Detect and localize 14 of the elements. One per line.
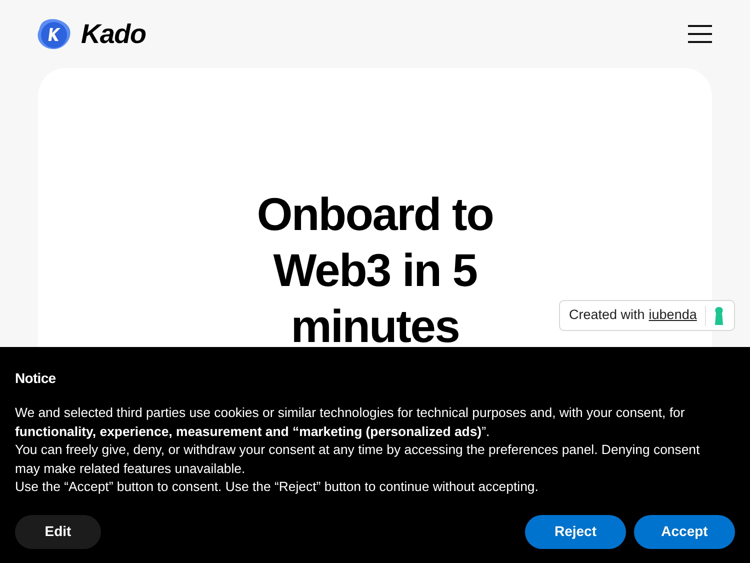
- primary-button[interactable]: Accept: [634, 514, 735, 548]
- logo-icon: [37, 18, 71, 50]
- primary-button[interactable]: Reject: [525, 514, 626, 548]
- notice-paragraph: We and selected third parties use cookies or similar technologies for technical purposes and, with your consent, for functionality, experience, measurement and “marketing (personalized ads)”.: [15, 404, 686, 441]
- secondary-button[interactable]: Edit: [15, 514, 101, 548]
- badge-text: Created with: [569, 306, 645, 324]
- keyhole-icon: [714, 306, 724, 324]
- menu-icon[interactable]: [688, 25, 712, 43]
- iubenda-link[interactable]: iubenda: [648, 305, 697, 326]
- hero-headline: Onboard to Web3 in 5 minutes: [256, 187, 494, 354]
- notice-paragraph: You can freely give, deny, or withdraw your consent at any time by accessing the preferences panel. Denying consent may make related features unavailable.: [15, 441, 701, 478]
- notice-title: Notice: [15, 369, 57, 388]
- logo-text[interactable]: Kado: [81, 14, 146, 54]
- notice-paragraph: Use the “Accept” button to consent. Use the “Reject” button to continue without accepting.: [15, 478, 540, 496]
